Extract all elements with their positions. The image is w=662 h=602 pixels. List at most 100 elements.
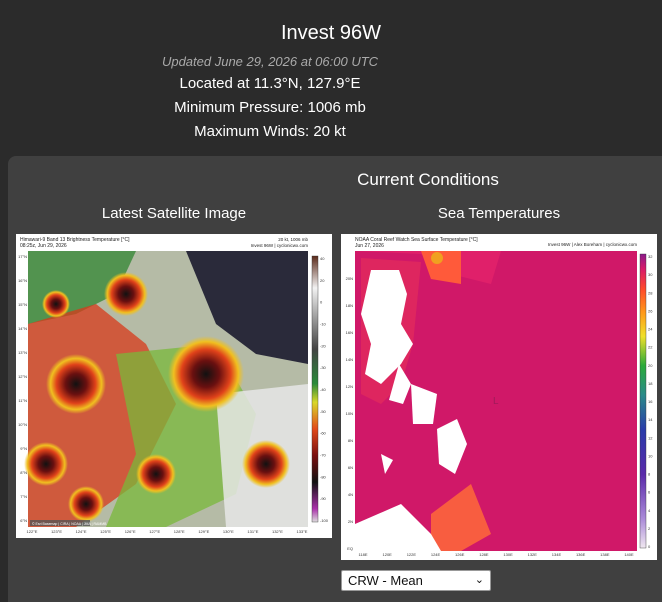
sst-lat-tick-5: 10N (346, 411, 353, 416)
sst-lon-tick-0: 118E (358, 552, 367, 557)
sst-lon-tick-4: 126E (455, 552, 465, 557)
sst-lon-tick-10: 138E (600, 552, 610, 557)
sst-lat-tick-6: 8N (348, 438, 353, 443)
sst-cbar-tick-6: 20 (648, 363, 653, 368)
sst-caption-date: Jun 27, 2026 (355, 243, 384, 249)
storm-pressure: Minimum Pressure: 1006 mb (174, 99, 366, 116)
sst-title: Sea Temperatures (437, 205, 561, 222)
chevron-down-icon: ⌄ (474, 574, 484, 586)
sat-lat-tick-1: 16°N (18, 278, 27, 283)
sat-lon-tick-4: 126°E (125, 529, 136, 534)
sst-caption-right: Invest 96W | Alex Boreham | cyclonicwx.c… (548, 242, 637, 247)
sst-lat-tick-1: 18N (346, 303, 353, 308)
sst-lon-tick-3: 124E (431, 552, 441, 557)
sat-cbar-tick-2: 0 (320, 300, 323, 305)
sst-cbar-tick-11: 10 (648, 453, 653, 458)
sst-cbar-tick-13: 6 (648, 490, 651, 495)
sat-cbar-tick-0: 40 (320, 256, 325, 261)
sst-lon-tick-7: 132E (528, 552, 538, 557)
sst-lon-tick-2: 122E (407, 552, 417, 557)
sst-lon-tick-6: 130E (503, 552, 513, 557)
sst-cbar-tick-5: 22 (648, 345, 653, 350)
sat-lon-tick-1: 123°E (51, 529, 62, 534)
sat-cbar-tick-5: -30 (320, 365, 327, 370)
sat-lat-tick-6: 11°N (18, 398, 27, 403)
sst-image[interactable]: NOAA Coral Reef Watch Sea Surface Temper… (341, 234, 657, 560)
current-conditions-heading: Current Conditions (357, 170, 499, 189)
sat-cbar-tick-4: -20 (320, 343, 327, 348)
sst-product-select[interactable]: CRW - Mean ⌄ (341, 570, 491, 591)
sat-cbar-tick-6: -40 (320, 387, 327, 392)
sst-cbar-tick-9: 14 (648, 417, 653, 422)
sat-lon-tick-2: 124°E (76, 529, 87, 534)
sat-lon-tick-11: 133°E (297, 529, 308, 534)
storm-winds: Maximum Winds: 20 kt (194, 123, 346, 140)
sat-lat-tick-11: 6°N (20, 518, 27, 523)
sst-lat-tick-9: 2N (348, 519, 353, 524)
sat-lat-tick-0: 17°N (18, 254, 27, 259)
storm-location: Located at 11.3°N, 127.9°E (179, 75, 361, 92)
sst-cbar-tick-12: 8 (648, 472, 651, 477)
sat-cbar-tick-7: -50 (320, 409, 327, 414)
sat-caption-date: 08:25z, Jun 29, 2026 (20, 243, 67, 249)
sat-lon-tick-7: 129°E (198, 529, 209, 534)
sat-cbar-tick-1: 20 (320, 278, 325, 283)
sst-cbar-tick-7: 18 (648, 381, 653, 386)
updated-timestamp: Updated June 29, 2026 at 06:00 UTC (161, 54, 379, 69)
sst-cbar-tick-8: 16 (648, 399, 653, 404)
sst-lon-tick-1: 120E (383, 552, 393, 557)
sst-lat-tick-4: 12N (346, 384, 353, 389)
sat-lat-tick-8: 9°N (20, 446, 27, 451)
sat-footer-credit: © Esri Basemap | CIRA | NOAA | JMA | RAM… (32, 522, 107, 526)
sst-cbar-tick-16: 0 (648, 544, 651, 549)
sst-lat-tick-10: EQ (347, 546, 353, 551)
sst-lon-tick-11: 140E (624, 552, 634, 557)
sst-lon-tick-9: 136E (576, 552, 586, 557)
storm-marker: L (493, 396, 499, 407)
storm-title: Invest 96W (280, 22, 382, 44)
sst-cbar-tick-4: 24 (648, 327, 653, 332)
sat-lat-tick-5: 12°N (18, 374, 27, 379)
sat-lon-tick-0: 122°E (27, 529, 38, 534)
sst-colorbar (639, 253, 647, 549)
sat-lat-tick-9: 8°N (20, 470, 27, 475)
sat-cbar-tick-9: -70 (320, 453, 327, 458)
sst-lat-tick-0: 20N (346, 276, 353, 281)
sat-lon-tick-8: 130°E (223, 529, 234, 534)
sst-lat-tick-7: 6N (348, 465, 353, 470)
sat-lon-tick-5: 127°E (149, 529, 160, 534)
sst-cbar-tick-14: 4 (648, 508, 651, 513)
sat-cbar-tick-12: -100 (320, 518, 329, 523)
sat-cbar-tick-11: -90 (320, 496, 327, 501)
sat-lat-tick-2: 15°N (18, 302, 27, 307)
select-value: CRW - Mean (348, 573, 423, 588)
sat-lon-tick-9: 131°E (247, 529, 258, 534)
sst-cbar-tick-15: 2 (648, 526, 651, 531)
sat-caption-right2: Invest 96W | cyclonicwx.com (251, 243, 309, 248)
current-conditions-panel: Current Conditions Latest Satellite Imag… (8, 156, 662, 602)
sst-cbar-tick-0: 32 (648, 254, 653, 259)
sat-cbar-tick-3: -10 (320, 322, 327, 327)
sat-colorbar (311, 255, 319, 523)
sst-cbar-tick-10: 12 (648, 435, 653, 440)
satellite-title: Latest Satellite Image (101, 205, 247, 222)
sat-lat-tick-10: 7°N (20, 494, 27, 499)
sat-cbar-tick-8: -60 (320, 431, 327, 436)
sst-cbar-tick-3: 26 (648, 308, 653, 313)
sst-lon-tick-8: 134E (552, 552, 562, 557)
sat-lon-tick-10: 132°E (272, 529, 283, 534)
satellite-image[interactable]: Himawari-9 Band 13 Brightness Temperatur… (16, 234, 332, 538)
sat-lon-tick-3: 125°E (100, 529, 111, 534)
sst-lat-tick-2: 16N (346, 330, 353, 335)
sat-lat-tick-3: 14°N (18, 326, 27, 331)
sat-cbar-tick-10: -80 (320, 474, 327, 479)
sat-lat-tick-4: 13°N (18, 350, 27, 355)
sst-cbar-tick-1: 30 (648, 272, 653, 277)
sst-lat-tick-8: 4N (348, 492, 353, 497)
sst-cbar-tick-2: 28 (648, 290, 653, 295)
sst-lat-tick-3: 14N (346, 357, 353, 362)
sat-caption-right: 20 kt, 1006 mb (278, 237, 308, 242)
sst-lon-tick-5: 128E (479, 552, 489, 557)
sat-lon-tick-6: 128°E (174, 529, 185, 534)
sat-lat-tick-7: 10°N (18, 422, 27, 427)
